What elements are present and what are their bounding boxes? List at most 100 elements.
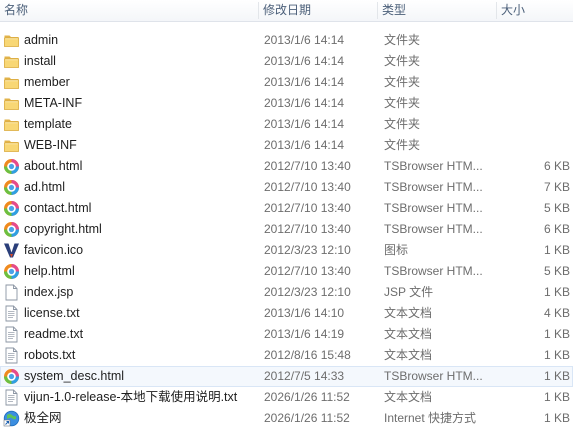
- file-modified-date: 2013/1/6 14:14: [264, 117, 345, 131]
- file-name: vijun-1.0-release-本地下载使用说明.txt: [24, 390, 238, 404]
- browser-html-icon: [3, 263, 20, 280]
- file-type: 图标: [384, 243, 409, 257]
- file-modified-date: 2012/7/10 13:40: [264, 264, 351, 278]
- text-file-icon: [3, 326, 20, 343]
- folder-icon: [3, 53, 20, 70]
- file-row[interactable]: ad.html 2012/7/10 13:40 TSBrowser HTM... 7 …: [0, 177, 573, 198]
- folder-icon: [3, 137, 20, 154]
- column-header-bar: 名称 修改日期 类型 大小: [0, 0, 573, 22]
- column-header-type[interactable]: 类型: [378, 0, 496, 21]
- file-modified-date: 2012/7/10 13:40: [264, 159, 351, 173]
- file-size: [494, 135, 570, 156]
- blank-file-icon: [3, 284, 20, 301]
- file-modified-date: 2013/1/6 14:10: [264, 306, 345, 320]
- file-name: member: [24, 75, 70, 89]
- file-name: template: [24, 117, 72, 131]
- file-modified-date: 2012/3/23 12:10: [264, 285, 351, 299]
- file-size: 1 KB: [543, 243, 570, 257]
- file-type: 文件夹: [384, 75, 421, 89]
- file-type: 文本文档: [384, 348, 433, 362]
- folder-icon: [3, 32, 20, 49]
- file-modified-date: 2012/8/16 15:48: [264, 348, 351, 362]
- file-modified-date: 2013/1/6 14:14: [264, 138, 345, 152]
- file-type: JSP 文件: [384, 285, 434, 299]
- file-type: TSBrowser HTM...: [384, 201, 483, 215]
- file-type: TSBrowser HTM...: [384, 222, 483, 236]
- file-row[interactable]: install 2013/1/6 14:14 文件夹: [0, 51, 573, 72]
- file-type: TSBrowser HTM...: [384, 180, 483, 194]
- file-name: favicon.ico: [24, 243, 84, 257]
- file-row[interactable]: WEB-INF 2013/1/6 14:14 文件夹: [0, 135, 573, 156]
- file-name: admin: [24, 33, 59, 47]
- browser-html-icon: [3, 368, 20, 385]
- column-header-modified[interactable]: 修改日期: [259, 0, 377, 21]
- file-size: 6 KB: [543, 222, 570, 236]
- file-type: TSBrowser HTM...: [384, 369, 483, 383]
- file-size: [494, 30, 570, 51]
- file-name: system_desc.html: [24, 369, 125, 383]
- file-size: 1 KB: [543, 348, 570, 362]
- file-modified-date: 2026/1/26 11:52: [264, 390, 350, 404]
- file-row[interactable]: contact.html 2012/7/10 13:40 TSBrowser HTM…: [0, 198, 573, 219]
- file-name: license.txt: [24, 306, 80, 320]
- file-row[interactable]: META-INF 2013/1/6 14:14 文件夹: [0, 93, 573, 114]
- text-file-icon: [3, 347, 20, 364]
- folder-icon: [3, 95, 20, 112]
- file-type: 文本文档: [384, 390, 433, 404]
- column-header-name[interactable]: 名称: [0, 0, 258, 21]
- file-row[interactable]: vijun-1.0-release-本地下载使用说明.txt 2026/1/26 …: [0, 387, 573, 408]
- file-row[interactable]: copyright.html 2012/7/10 13:40 TSBrowser H…: [0, 219, 573, 240]
- file-row[interactable]: template 2013/1/6 14:14 文件夹: [0, 114, 573, 135]
- file-modified-date: 2012/7/10 13:40: [264, 222, 351, 236]
- file-name: about.html: [24, 159, 83, 173]
- file-size: [494, 72, 570, 93]
- favicon-v-icon: [3, 242, 20, 259]
- file-size: 6 KB: [543, 159, 570, 173]
- file-row[interactable]: readme.txt 2013/1/6 14:19 文本文档 1 KB: [0, 324, 573, 345]
- file-name: robots.txt: [24, 348, 76, 362]
- file-type: 文件夹: [384, 96, 421, 110]
- text-file-icon: [3, 305, 20, 322]
- file-name: META-INF: [24, 96, 83, 110]
- file-name: copyright.html: [24, 222, 102, 236]
- file-size: 1 KB: [543, 390, 570, 404]
- file-list: admin 2013/1/6 14:14 文件夹 install 2013/1/6 14…: [0, 30, 573, 429]
- file-modified-date: 2013/1/6 14:14: [264, 75, 345, 89]
- file-name: contact.html: [24, 201, 92, 215]
- file-row[interactable]: license.txt 2013/1/6 14:10 文本文档 4 KB: [0, 303, 573, 324]
- file-modified-date: 2013/1/6 14:14: [264, 54, 345, 68]
- file-row[interactable]: member 2013/1/6 14:14 文件夹: [0, 72, 573, 93]
- file-row[interactable]: admin 2013/1/6 14:14 文件夹: [0, 30, 573, 51]
- file-size: 5 KB: [543, 201, 570, 215]
- file-row[interactable]: help.html 2012/7/10 13:40 TSBrowser HTM...…: [0, 261, 573, 282]
- file-name: WEB-INF: [24, 138, 77, 152]
- file-row[interactable]: index.jsp 2012/3/23 12:10 JSP 文件 1 KB: [0, 282, 573, 303]
- file-type: 文件夹: [384, 138, 421, 152]
- file-name: index.jsp: [24, 285, 74, 299]
- file-type: TSBrowser HTM...: [384, 159, 483, 173]
- file-modified-date: 2013/1/6 14:14: [264, 96, 345, 110]
- file-row[interactable]: favicon.ico 2012/3/23 12:10 图标 1 KB: [0, 240, 573, 261]
- file-type: 文件夹: [384, 33, 421, 47]
- file-name: readme.txt: [24, 327, 84, 341]
- file-row[interactable]: robots.txt 2012/8/16 15:48 文本文档 1 KB: [0, 345, 573, 366]
- file-type: 文件夹: [384, 117, 421, 131]
- browser-html-icon: [3, 158, 20, 175]
- file-row[interactable]: about.html 2012/7/10 13:40 TSBrowser HTM..…: [0, 156, 573, 177]
- file-size: 7 KB: [543, 180, 570, 194]
- file-size: 1 KB: [543, 369, 570, 383]
- file-modified-date: 2012/7/5 14:33: [264, 369, 345, 383]
- file-name: help.html: [24, 264, 75, 278]
- text-file-icon: [3, 389, 20, 406]
- file-name: install: [24, 54, 56, 68]
- internet-shortcut-icon: [3, 410, 20, 427]
- file-type: TSBrowser HTM...: [384, 264, 483, 278]
- file-size: 5 KB: [543, 264, 570, 278]
- file-size: 1 KB: [543, 327, 570, 341]
- file-type: 文本文档: [384, 327, 433, 341]
- file-row[interactable]: system_desc.html 2012/7/5 14:33 TSBrowser …: [0, 366, 573, 387]
- column-header-size[interactable]: 大小: [497, 0, 573, 21]
- file-modified-date: 2012/3/23 12:10: [264, 243, 351, 257]
- file-name: ad.html: [24, 180, 65, 194]
- file-size: [494, 51, 570, 72]
